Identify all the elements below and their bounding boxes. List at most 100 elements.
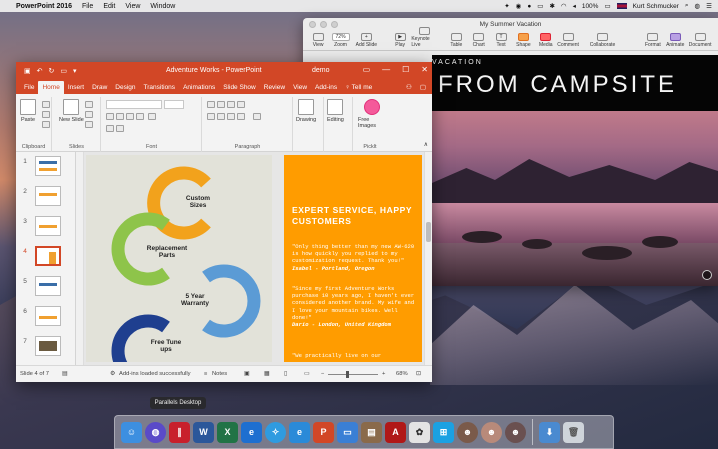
excel-icon[interactable]: X [217, 422, 238, 443]
wifi-icon[interactable]: ◠ [561, 2, 567, 10]
start-slideshow-icon[interactable]: ▭ [60, 67, 67, 75]
layout-icon[interactable] [85, 101, 93, 108]
keynote-icon[interactable]: ▭ [337, 422, 358, 443]
text-direction-icon[interactable] [253, 113, 261, 120]
bluetooth-icon[interactable]: ✱ [549, 2, 554, 10]
toolbar-comment-button[interactable]: Comment [557, 33, 579, 48]
user-name[interactable]: Kurt Schmucker [633, 3, 679, 10]
close-icon[interactable]: ✕ [421, 65, 428, 74]
slide-thumbnail[interactable]: 6 [19, 306, 73, 330]
slide-thumbnail[interactable]: 3 [19, 216, 73, 240]
siri-icon[interactable]: ◍ [145, 422, 166, 443]
font-size-dropdown[interactable] [164, 100, 184, 109]
zoom-out-icon[interactable]: − [321, 371, 324, 377]
tab-home[interactable]: Home [38, 81, 63, 94]
internet-explorer-icon[interactable]: e [241, 422, 262, 443]
trash-icon[interactable]: 🗑 [563, 422, 584, 443]
zoom-slider-handle[interactable] [346, 371, 349, 378]
align-right-icon[interactable] [227, 113, 235, 120]
acrobat-icon[interactable]: A [385, 422, 406, 443]
downloads-icon[interactable]: ⬇ [539, 422, 560, 443]
powerpoint-icon[interactable]: P [313, 422, 334, 443]
slide-thumbnail-selected[interactable]: 4 [19, 246, 73, 270]
tab-slide-show[interactable]: Slide Show [219, 84, 260, 94]
restore-icon[interactable]: ☐ [402, 65, 409, 74]
slide-cycle-diagram[interactable]: Custom Sizes Replacement Parts 5 Year Wa… [86, 155, 272, 362]
dropbox-icon[interactable]: ✦ [504, 2, 509, 10]
slide-editing-area[interactable]: Custom Sizes Replacement Parts 5 Year Wa… [76, 152, 432, 365]
slide-thumbnail[interactable]: 1 [19, 156, 73, 180]
numbering-icon[interactable] [217, 101, 225, 108]
battery-icon[interactable]: ▭ [604, 2, 610, 10]
status-icon[interactable]: ◉ [516, 2, 522, 10]
account-icon[interactable]: ⚇ [406, 83, 412, 91]
finder-icon[interactable]: ☺ [121, 422, 142, 443]
active-app-name[interactable]: PowerPoint 2016 [16, 3, 72, 10]
photos-icon[interactable]: ✿ [409, 422, 430, 443]
bullets-icon[interactable] [207, 101, 215, 108]
slide-sorter-icon[interactable]: ▦ [264, 371, 269, 377]
parallels-desktop-icon[interactable]: ∥ [169, 422, 190, 443]
toolbar-animate-button[interactable]: Animate [664, 33, 686, 48]
copy-icon[interactable] [42, 111, 50, 118]
undo-icon[interactable]: ↶ [37, 67, 43, 75]
contact-avatar-icon[interactable]: ☻ [481, 422, 502, 443]
windows-icon[interactable]: ⊞ [433, 422, 454, 443]
slideshow-view-icon[interactable]: ▭ [304, 371, 309, 377]
menu-file[interactable]: File [82, 3, 93, 10]
account-name[interactable]: demo [312, 67, 330, 74]
toolbar-chart-button[interactable]: Chart [468, 33, 490, 48]
camera-icon[interactable] [702, 270, 712, 280]
menu-window[interactable]: Window [150, 3, 175, 10]
menu-edit[interactable]: Edit [103, 3, 115, 10]
text-highlight-icon[interactable] [106, 125, 114, 132]
reading-view-icon[interactable]: ▯ [284, 371, 287, 377]
close-button[interactable] [309, 21, 316, 28]
zoom-button[interactable] [331, 21, 338, 28]
section-icon[interactable] [85, 121, 93, 128]
slide-thumbnail[interactable]: 5 [19, 276, 73, 300]
save-icon[interactable]: ▣ [24, 67, 31, 75]
notification-center-icon[interactable]: ☰ [706, 2, 712, 10]
word-icon[interactable]: W [193, 422, 214, 443]
drawing-button[interactable]: Drawing [296, 99, 316, 123]
cut-icon[interactable] [42, 101, 50, 108]
tab-insert[interactable]: Insert [64, 84, 88, 94]
toolbar-add-slide-button[interactable]: +Add Slide [352, 33, 381, 48]
increase-indent-icon[interactable] [237, 101, 245, 108]
toolbar-zoom-button[interactable]: 72%Zoom [329, 33, 351, 48]
tab-tell-me[interactable]: ♀ Tell me [341, 84, 376, 94]
comments-icon[interactable]: ▢ [420, 83, 426, 91]
zoom-level[interactable]: 68% [396, 371, 408, 377]
spellcheck-icon[interactable]: ▤ [62, 371, 67, 377]
vertical-scrollbar[interactable] [424, 152, 432, 365]
airplay-icon[interactable]: ▭ [537, 2, 543, 10]
volume-icon[interactable]: ◂ [573, 2, 576, 10]
slide-thumbnail[interactable]: 7 [19, 336, 73, 360]
preview-icon[interactable]: ▤ [361, 422, 382, 443]
toolbar-text-button[interactable]: TText [490, 33, 512, 48]
menu-view[interactable]: View [125, 3, 140, 10]
tab-file[interactable]: File [20, 84, 38, 94]
tab-draw[interactable]: Draw [88, 84, 111, 94]
customize-qat-icon[interactable]: ▾ [73, 67, 77, 75]
zoom-in-icon[interactable]: + [382, 371, 385, 377]
align-left-icon[interactable] [207, 113, 215, 120]
font-name-dropdown[interactable] [106, 100, 162, 109]
toolbar-table-button[interactable]: Table [445, 33, 467, 48]
new-slide-button[interactable]: New Slide [59, 99, 84, 123]
format-painter-icon[interactable] [42, 121, 50, 128]
collapse-ribbon-icon[interactable]: ∧ [424, 141, 428, 148]
zoom-slider[interactable] [328, 374, 378, 375]
toolbar-view-button[interactable]: View [307, 33, 329, 48]
justify-icon[interactable] [237, 113, 245, 120]
toolbar-play-button[interactable]: ▶Play [389, 33, 411, 48]
decrease-indent-icon[interactable] [227, 101, 235, 108]
normal-view-icon[interactable]: ▣ [244, 371, 249, 377]
scrollbar-thumb[interactable] [426, 222, 431, 242]
notes-button[interactable]: Notes [212, 371, 227, 377]
ribbon-display-icon[interactable]: ▭ [363, 65, 371, 74]
align-center-icon[interactable] [217, 113, 225, 120]
left-scrollbar[interactable] [76, 152, 84, 365]
minimize-button[interactable] [320, 21, 327, 28]
